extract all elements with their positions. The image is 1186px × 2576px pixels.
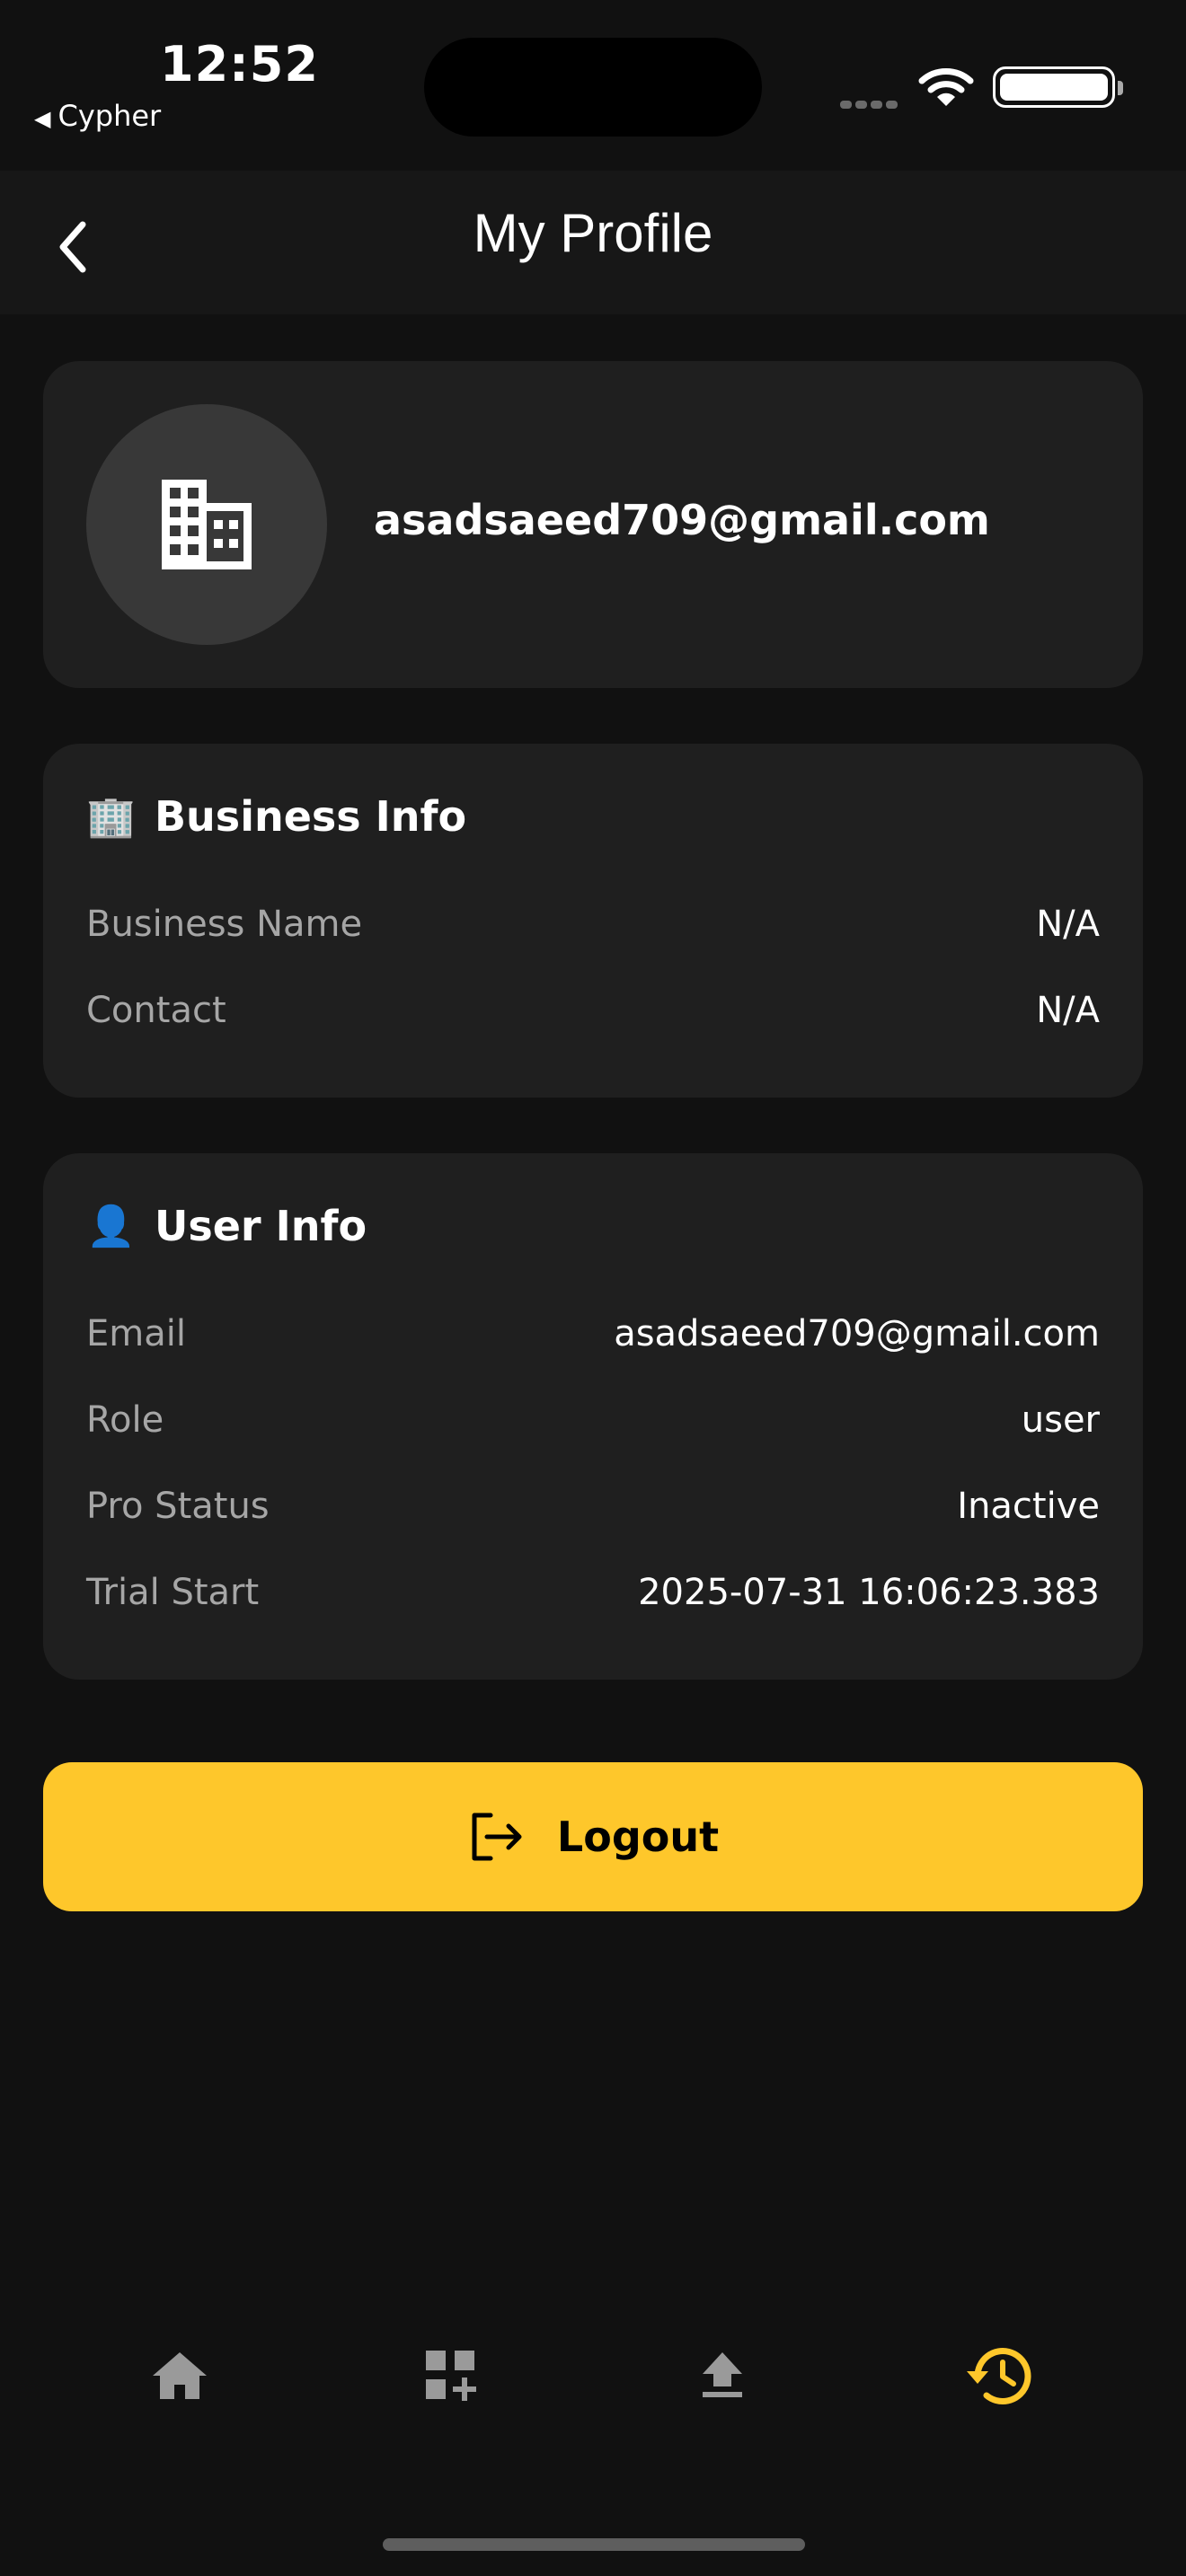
business-info-title: Business Info: [155, 792, 467, 841]
nav-upload[interactable]: [668, 2299, 776, 2452]
row-label: Role: [86, 1399, 164, 1441]
nav-dashboard-add[interactable]: [397, 2299, 505, 2452]
wifi-icon: [918, 66, 974, 111]
business-info-card: 🏢 Business Info Business Name N/A Contac…: [43, 744, 1143, 1098]
row-value: N/A: [1036, 990, 1100, 1031]
back-triangle-icon: ◀: [34, 106, 51, 131]
user-silhouette-icon: 👤: [86, 1204, 136, 1249]
avatar: [86, 404, 327, 645]
status-bar: 12:52 ◀ Cypher: [0, 0, 1186, 171]
business-building-icon: [162, 480, 252, 569]
home-indicator: [383, 2538, 805, 2551]
user-info-card: 👤 User Info Email asadsaeed709@gmail.com…: [43, 1153, 1143, 1680]
info-row-pro-status: Pro Status Inactive: [86, 1486, 1100, 1527]
nav-history[interactable]: [945, 2299, 1053, 2452]
upload-icon: [703, 2352, 742, 2397]
logout-button[interactable]: Logout: [43, 1762, 1143, 1911]
profile-card: asadsaeed709@gmail.com: [43, 361, 1143, 688]
row-value: N/A: [1036, 904, 1100, 945]
row-value: Inactive: [957, 1486, 1100, 1527]
dynamic-island: [424, 38, 762, 137]
nav-home[interactable]: [126, 2299, 234, 2452]
row-value: 2025-07-31 16:06:23.383: [638, 1572, 1100, 1613]
office-building-icon: 🏢: [86, 794, 136, 840]
logout-label: Logout: [556, 1813, 720, 1861]
row-label: Business Name: [86, 904, 363, 945]
cellular-signal-icon: [840, 95, 901, 112]
row-label: Trial Start: [86, 1572, 260, 1613]
user-info-title: User Info: [155, 1202, 367, 1250]
info-row-email: Email asadsaeed709@gmail.com: [86, 1313, 1100, 1354]
row-label: Email: [86, 1313, 186, 1354]
logout-icon: [472, 1813, 522, 1861]
row-label: Pro Status: [86, 1486, 270, 1527]
home-icon: [153, 2352, 207, 2399]
row-value: user: [1021, 1399, 1100, 1441]
profile-email: asadsaeed709@gmail.com: [374, 496, 990, 544]
row-value: asadsaeed709@gmail.com: [614, 1313, 1100, 1354]
info-row-contact: Contact N/A: [86, 990, 1100, 1031]
info-row-business-name: Business Name N/A: [86, 904, 1100, 945]
user-info-heading: 👤 User Info: [86, 1202, 367, 1250]
row-label: Contact: [86, 990, 226, 1031]
grid-add-icon: [426, 2351, 476, 2401]
history-icon: [967, 2348, 1031, 2404]
status-time: 12:52: [160, 36, 319, 93]
battery-icon: [993, 66, 1123, 108]
back-app-label: Cypher: [58, 99, 162, 133]
business-info-heading: 🏢 Business Info: [86, 792, 466, 841]
back-to-app-link[interactable]: ◀ Cypher: [34, 99, 161, 133]
page-title: My Profile: [473, 203, 713, 263]
bottom-navigation: [0, 2299, 1186, 2452]
info-row-trial-start: Trial Start 2025-07-31 16:06:23.383: [86, 1572, 1100, 1613]
info-row-role: Role user: [86, 1399, 1100, 1441]
